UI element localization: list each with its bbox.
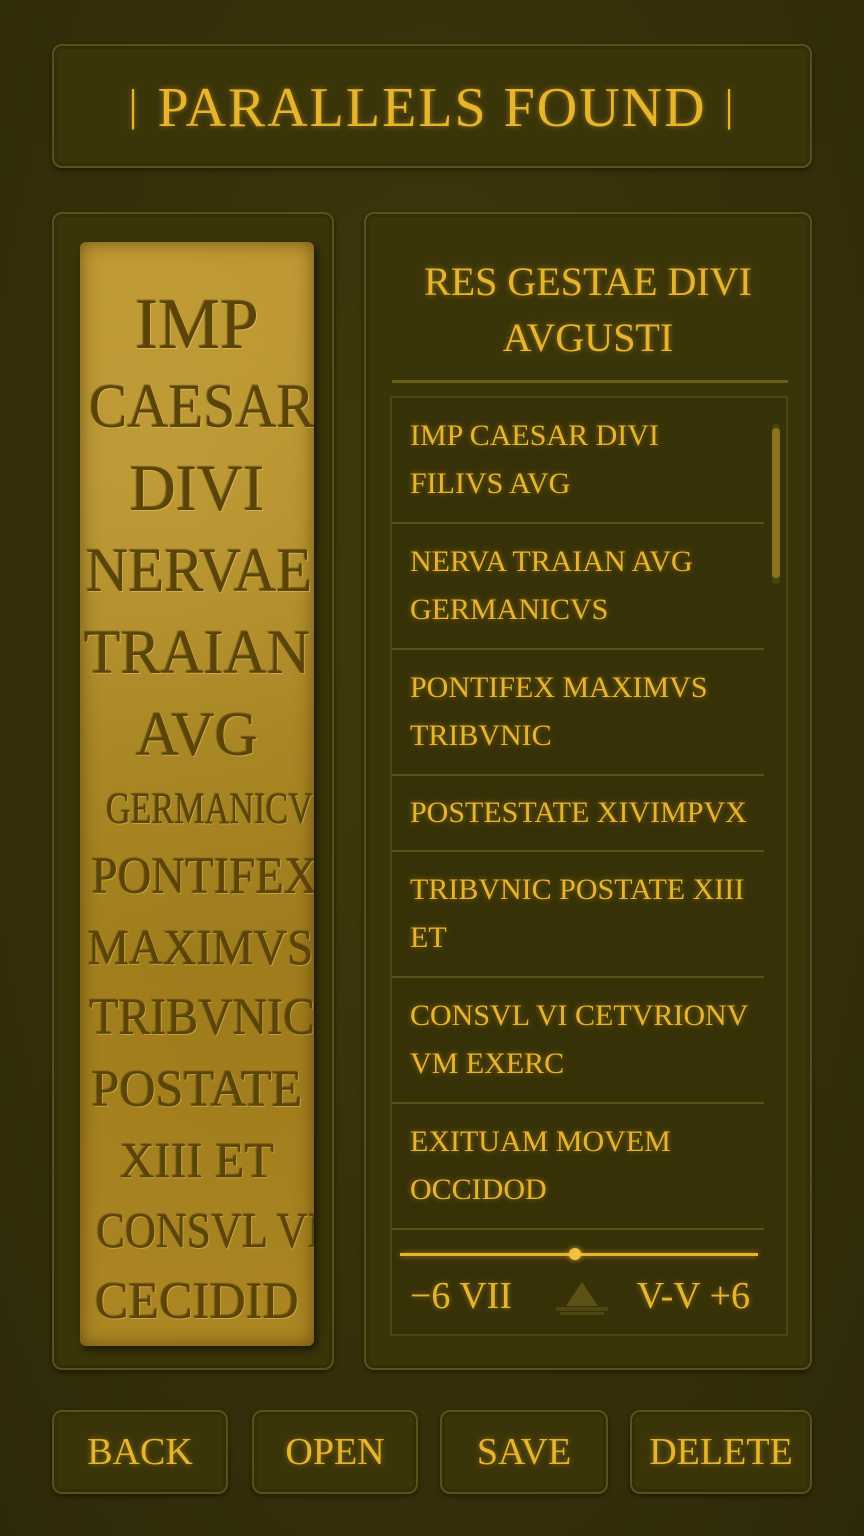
- title-divider: [392, 380, 788, 383]
- parallel-work-title: RES GESTAE DIVI AVGUSTI: [424, 259, 752, 360]
- range-right-label: V-V +6: [636, 1275, 750, 1317]
- inscription-line: PONTIFEX: [91, 848, 314, 905]
- slider-handle[interactable]: [569, 1248, 582, 1260]
- parallel-list-item[interactable]: TRIBVNIC POSTATE XIII ET: [392, 852, 764, 978]
- parallel-list-item-text: CONSVL VI CETVRIONV VM EXERC: [410, 999, 748, 1080]
- parallel-list-item-text: TRIBVNIC POSTATE XIII ET: [410, 873, 745, 954]
- inscription-line: CAESAR: [89, 373, 314, 441]
- parallel-list-item[interactable]: POSTESTATE XIVIMPVX: [392, 776, 764, 852]
- parallel-list-item[interactable]: NERVA TRAIAN AVG GERMANICVS: [392, 524, 764, 650]
- parallel-list-item[interactable]: PONTIFEX MAXIMVS TRIBVNIC: [392, 650, 764, 776]
- inscription-line: NERVAE: [85, 537, 313, 605]
- inscription-line: AVG: [135, 701, 259, 769]
- scrollbar-thumb[interactable]: [772, 428, 780, 578]
- inscription-text: IMP CAESAR DIVI NERVAE TRAIAN AVG GERMANICVS PO…: [80, 282, 314, 1338]
- pyramid-icon[interactable]: [550, 1280, 614, 1316]
- back-button[interactable]: BACK: [52, 1410, 228, 1494]
- inscription-line: GERMANICVS: [106, 784, 314, 833]
- save-button[interactable]: SAVE: [440, 1410, 608, 1494]
- range-row: −6 VII V-V +6: [410, 1270, 750, 1326]
- inscription-line: IMP: [135, 284, 259, 364]
- open-button[interactable]: OPEN: [252, 1410, 418, 1494]
- inscription-line: XIII ET: [119, 1132, 275, 1188]
- page-title: | PARALLELS FOUND |: [54, 76, 810, 140]
- parallel-list-item-text: PONTIFEX MAXIMVS TRIBVNIC: [410, 671, 708, 752]
- inscription-stone-image: IMP CAESAR DIVI NERVAE TRAIAN AVG GERMANICVS PO…: [80, 242, 314, 1346]
- parallel-panel: RES GESTAE DIVI AVGUSTI IMP CAESAR DIVI …: [364, 212, 812, 1370]
- parallel-list-item-text: NERVA TRAIAN AVG GERMANICVS: [410, 545, 693, 626]
- page-title-text: PARALLELS FOUND: [157, 77, 707, 139]
- delete-button[interactable]: DELETE: [630, 1410, 812, 1494]
- range-left-label: −6 VII: [410, 1275, 512, 1317]
- scrollbar[interactable]: [772, 424, 780, 584]
- inscription-line: CECIDID: [95, 1273, 299, 1330]
- parallel-list-item-text: EXITUAM MOVEM OCCIDOD: [410, 1125, 671, 1206]
- header-panel: | PARALLELS FOUND |: [52, 44, 812, 168]
- position-slider[interactable]: [400, 1248, 758, 1262]
- inscription-line: TRIBVNIC: [89, 989, 314, 1046]
- title-divider-left: |: [128, 81, 140, 130]
- parallel-list[interactable]: IMP CAESAR DIVI FILIVS AVG NERVA TRAIAN A…: [392, 398, 764, 1244]
- parallel-list-item-text: POSTESTATE XIVIMPVX: [410, 796, 747, 829]
- parallel-list-item[interactable]: EXITUAM MOVEM OCCIDOD: [392, 1104, 764, 1230]
- inscription-line: POSTATE: [91, 1061, 303, 1118]
- parallel-list-box: IMP CAESAR DIVI FILIVS AVG NERVA TRAIAN A…: [390, 396, 788, 1336]
- inscription-panel: IMP CAESAR DIVI NERVAE TRAIAN AVG GERMANICVS PO…: [52, 212, 334, 1370]
- inscription-line: MAXIMVS: [87, 919, 314, 975]
- parallel-list-item[interactable]: CONSVL VI CETVRIONV VM EXERC: [392, 978, 764, 1104]
- title-divider-right: |: [724, 81, 736, 130]
- parallel-list-item-text: IMP CAESAR DIVI FILIVS AVG: [410, 419, 659, 500]
- inscription-line: DIVI: [129, 452, 265, 525]
- inscription-line: TRAIAN: [83, 619, 311, 687]
- parallel-list-item[interactable]: IMP CAESAR DIVI FILIVS AVG: [392, 398, 764, 524]
- inscription-line: CONSVL VI: [96, 1202, 314, 1258]
